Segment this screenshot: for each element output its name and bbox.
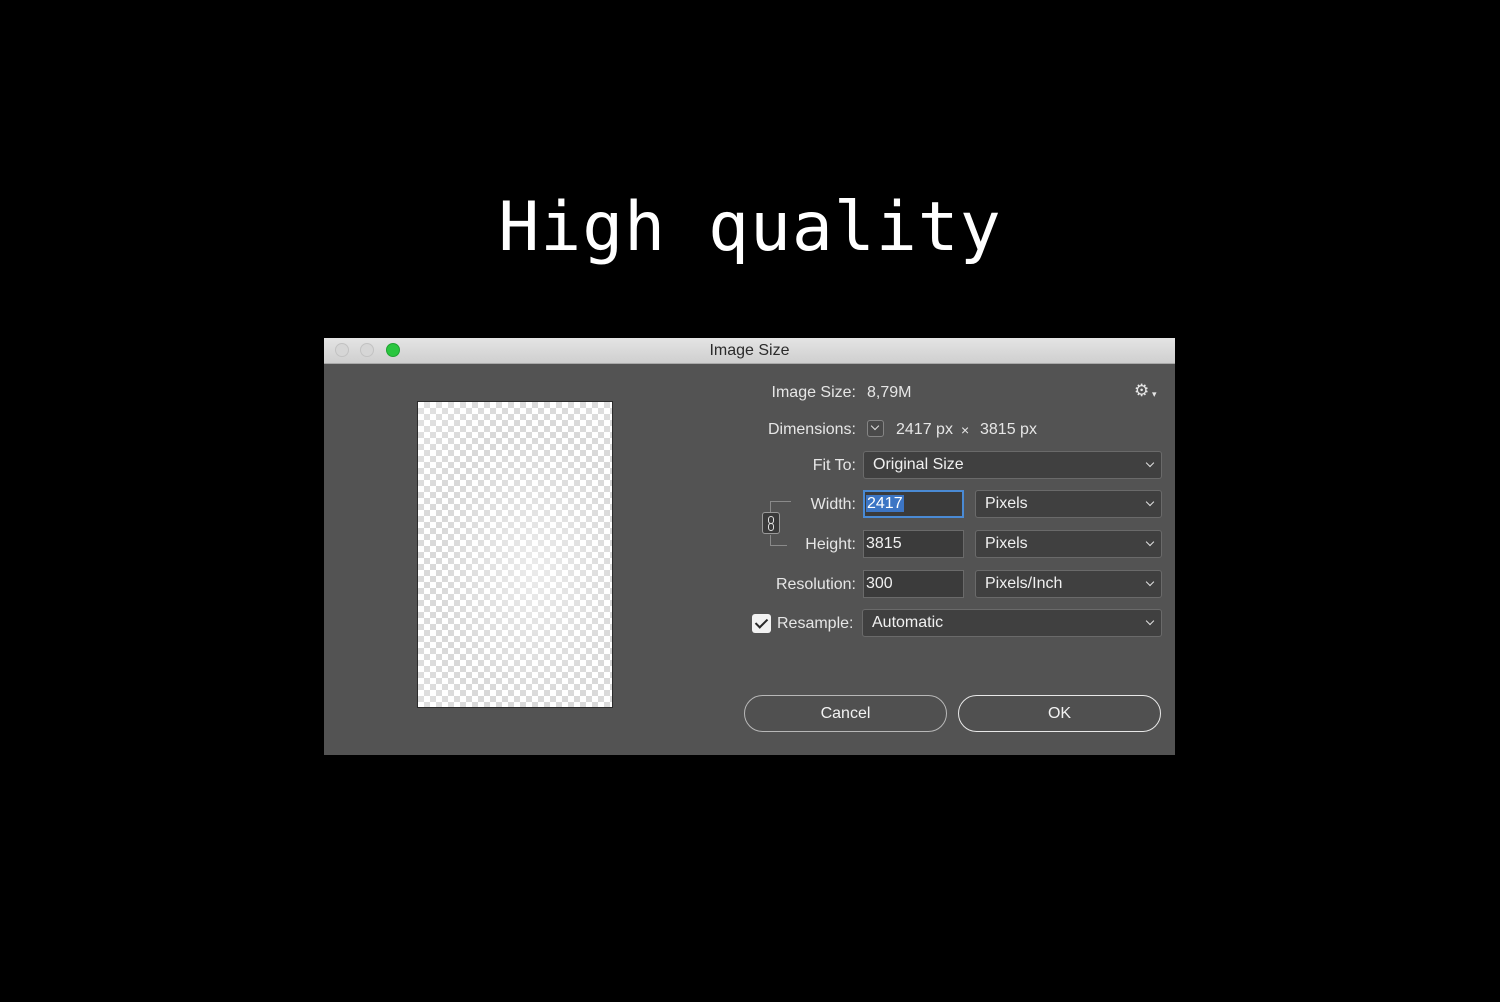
ok-button[interactable]: OK	[958, 695, 1161, 732]
checkmark-icon	[754, 615, 769, 629]
width-field[interactable]: 2417	[863, 490, 964, 518]
height-unit-selected: Pixels	[985, 535, 1028, 552]
image-size-label: Image Size:	[771, 384, 856, 401]
settings-menu-button[interactable]: ⚙ ▾	[1134, 381, 1162, 401]
window-title: Image Size	[709, 342, 790, 359]
headline: High quality	[498, 188, 1002, 267]
height-unit-select[interactable]: Pixels	[975, 530, 1162, 558]
image-preview[interactable]	[417, 401, 613, 708]
height-label: Height:	[805, 536, 856, 553]
fit-to-label: Fit To:	[812, 457, 856, 474]
chevron-down-icon	[870, 421, 880, 431]
width-unit-select[interactable]: Pixels	[975, 490, 1162, 518]
resolution-unit-selected: Pixels/Inch	[985, 575, 1063, 592]
dimensions-units-toggle[interactable]	[867, 420, 884, 437]
chevron-down-icon	[1145, 616, 1155, 626]
height-value: 3815	[866, 535, 902, 552]
resolution-unit-select[interactable]: Pixels/Inch	[975, 570, 1162, 598]
chevron-down-icon	[1145, 537, 1155, 547]
image-size-value: 8,79M	[867, 384, 912, 401]
caret-down-icon: ▾	[1152, 389, 1157, 399]
constrain-proportions-button[interactable]	[762, 512, 780, 534]
resample-method-select[interactable]: Automatic	[862, 609, 1162, 637]
chevron-down-icon	[1145, 497, 1155, 507]
height-field[interactable]: 3815	[863, 530, 964, 558]
chevron-down-icon	[1145, 458, 1155, 468]
width-value: 2417	[866, 495, 904, 512]
image-size-dialog: Image Size Image Size: 8,79M ⚙ ▾ Dimensio…	[324, 338, 1175, 755]
cancel-button[interactable]: Cancel	[744, 695, 947, 732]
title-bar: Image Size	[324, 338, 1175, 364]
resolution-value: 300	[866, 575, 893, 592]
fit-to-selected: Original Size	[873, 456, 964, 473]
dimensions-width: 2417 px	[896, 421, 953, 438]
resolution-field[interactable]: 300	[863, 570, 964, 598]
width-label: Width:	[810, 496, 856, 513]
resolution-label: Resolution:	[775, 576, 856, 593]
dimensions-height: 3815 px	[980, 421, 1037, 438]
resample-method-selected: Automatic	[872, 614, 944, 631]
dimensions-label: Dimensions:	[767, 421, 856, 438]
width-unit-selected: Pixels	[985, 495, 1028, 512]
resample-label: Resample:	[777, 615, 854, 632]
gear-icon: ⚙	[1134, 381, 1150, 400]
chevron-down-icon	[1145, 577, 1155, 587]
fit-to-select[interactable]: Original Size	[863, 451, 1162, 479]
resample-checkbox[interactable]	[752, 614, 771, 633]
dimensions-times-sign: ×	[961, 422, 970, 438]
